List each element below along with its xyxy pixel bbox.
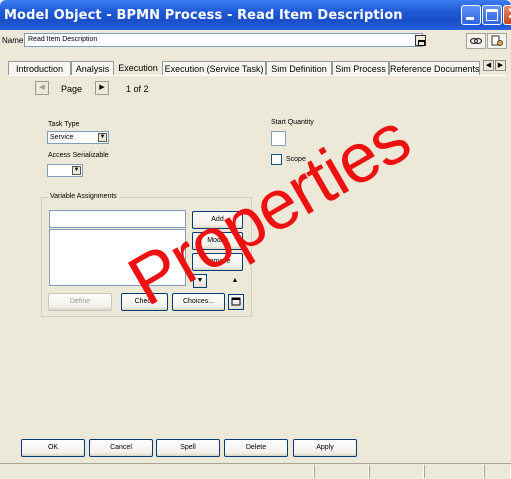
choices-expand-button[interactable] [228, 294, 244, 310]
link-button[interactable] [466, 33, 486, 49]
spell-button[interactable]: Spell [156, 439, 220, 457]
variable-input[interactable] [49, 210, 186, 228]
document-gear-icon [491, 35, 503, 46]
window-icon [231, 297, 241, 306]
choices-button[interactable]: Choices... [172, 293, 225, 311]
tab-sim-definition[interactable]: Sim Definition [266, 61, 332, 75]
caret-left-icon: ◀ [485, 62, 492, 69]
variable-assignments-title: Variable Assignments [48, 193, 119, 200]
check-button[interactable]: Check [121, 293, 168, 311]
name-label: Name [2, 36, 24, 45]
delete-button[interactable]: Delete [224, 439, 288, 457]
ok-button[interactable]: OK [21, 439, 85, 457]
scope-label: Scope [286, 156, 306, 163]
tab-reference-documents[interactable]: Reference Documents [389, 61, 480, 75]
move-down-button[interactable]: ▼ [193, 274, 207, 288]
status-cell [8, 465, 314, 478]
tab-scroll-left-button[interactable]: ◀ [483, 60, 494, 71]
title-bar: Model Object - BPMN Process - Read Item … [0, 0, 511, 30]
scope-checkbox[interactable] [271, 154, 282, 165]
name-expand-button[interactable] [415, 35, 426, 46]
define-button[interactable]: Define [48, 293, 112, 311]
page-prev-button[interactable]: ◀ [35, 81, 49, 95]
task-type-label: Task Type [48, 121, 80, 128]
status-cell [484, 465, 511, 478]
name-field[interactable]: Read Item Description [24, 33, 423, 47]
access-serializable-select[interactable]: ▼ [47, 164, 83, 177]
window-title: Model Object - BPMN Process - Read Item … [4, 8, 403, 23]
tab-execution[interactable]: Execution [114, 60, 162, 76]
maximize-button[interactable] [482, 5, 502, 25]
caret-right-icon: ▶ [497, 62, 504, 69]
dropdown-arrow-icon: ▼ [72, 166, 81, 175]
modify-button[interactable]: Modify [192, 232, 243, 250]
task-type-value: Service [50, 134, 74, 141]
task-type-select[interactable]: Service ▼ [47, 131, 109, 144]
move-up-button[interactable]: ▲ [228, 274, 242, 288]
start-quantity-label: Start Quantity [271, 119, 314, 126]
page-indicator: 1 of 2 [126, 84, 149, 94]
link-icon [469, 37, 483, 45]
caret-right-icon: ▶ [99, 84, 105, 91]
minimize-button[interactable] [461, 5, 481, 25]
tab-scroll-right-button[interactable]: ▶ [495, 60, 506, 71]
arrow-down-icon: ▼ [196, 277, 204, 284]
status-cell [369, 465, 424, 478]
tab-sim-process[interactable]: Sim Process [332, 61, 389, 75]
dropdown-arrow-icon: ▼ [98, 133, 107, 142]
page-label: Page [61, 84, 83, 94]
access-serializable-label: Access Serializable [48, 152, 109, 159]
properties-button[interactable] [487, 33, 507, 49]
status-cell [424, 465, 484, 478]
caret-left-icon: ◀ [39, 84, 45, 91]
tab-introduction[interactable]: Introduction [8, 61, 71, 75]
status-cell [314, 465, 369, 478]
status-bar [0, 463, 511, 479]
apply-button[interactable]: Apply [293, 439, 357, 457]
tab-execution-service-task[interactable]: Execution (Service Task) [162, 61, 266, 75]
variable-list[interactable] [49, 229, 186, 286]
cancel-button[interactable]: Cancel [89, 439, 153, 457]
arrow-up-icon: ▲ [231, 277, 239, 284]
close-button[interactable]: ✕ [503, 5, 511, 25]
start-quantity-field[interactable] [271, 131, 286, 146]
tab-analysis[interactable]: Analysis [71, 61, 114, 75]
page-next-button[interactable]: ▶ [95, 81, 109, 95]
add-button[interactable]: Add [192, 211, 243, 229]
remove-button[interactable]: Remove [192, 253, 243, 271]
